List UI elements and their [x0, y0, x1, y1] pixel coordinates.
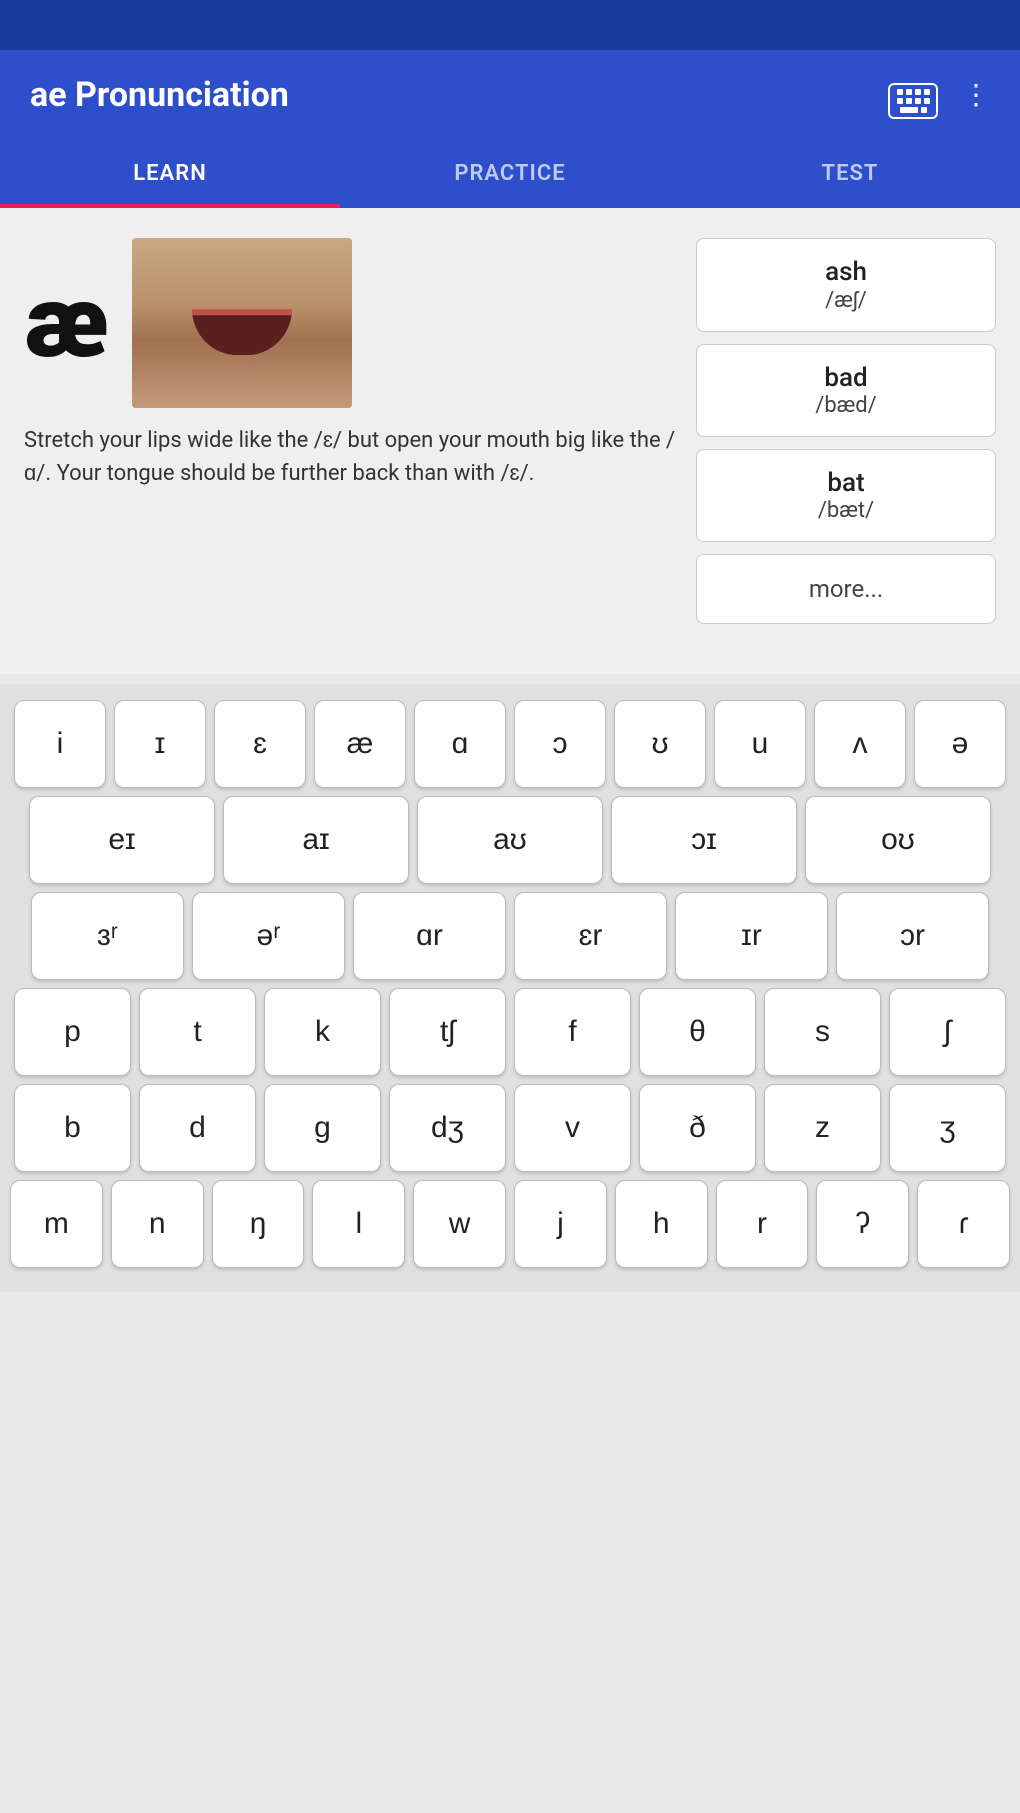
key-r[interactable]: r [716, 1180, 809, 1268]
key-p[interactable]: p [14, 988, 131, 1076]
word-card-bat[interactable]: bat /bæt/ [696, 449, 996, 542]
keyboard-icon [888, 83, 938, 119]
key-schwa[interactable]: ə [914, 700, 1006, 788]
more-words-button[interactable]: more... [696, 554, 996, 624]
key-open-o[interactable]: ɔ [514, 700, 606, 788]
key-w[interactable]: w [413, 1180, 506, 1268]
left-panel: æ Stretch your lips wide like the /ɛ/ bu… [24, 238, 676, 624]
app-title: ae Pronunciation [30, 75, 289, 115]
key-er-stressed[interactable]: ɜʳ [31, 892, 184, 980]
key-tsh[interactable]: tʃ [389, 988, 506, 1076]
key-u[interactable]: u [714, 700, 806, 788]
key-i[interactable]: i [14, 700, 106, 788]
key-f[interactable]: f [514, 988, 631, 1076]
ipa-bad: /bæd/ [815, 393, 877, 418]
phoneme-display: æ [24, 238, 676, 408]
key-ou[interactable]: oʊ [805, 796, 991, 884]
ipa-bat: /bæt/ [818, 498, 874, 523]
key-h[interactable]: h [615, 1180, 708, 1268]
status-bar [0, 0, 1020, 50]
ipa-ash: /æʃ/ [825, 287, 867, 313]
key-eth[interactable]: ð [639, 1084, 756, 1172]
tab-learn[interactable]: LEARN [0, 139, 340, 208]
key-l[interactable]: l [312, 1180, 405, 1268]
ipa-keyboard: i ɪ ɛ æ ɑ ɔ ʊ u ʌ ə eɪ aɪ aʊ ɔɪ oʊ ɜʳ əʳ… [0, 684, 1020, 1292]
key-k[interactable]: k [264, 988, 381, 1076]
key-esh[interactable]: ʃ [889, 988, 1006, 1076]
key-g[interactable]: g [264, 1084, 381, 1172]
top-section: æ Stretch your lips wide like the /ɛ/ bu… [24, 238, 996, 624]
word-bad: bad [824, 363, 867, 393]
key-theta[interactable]: θ [639, 988, 756, 1076]
app-bar-actions: ⋮ [888, 70, 990, 119]
tab-practice[interactable]: PRACTICE [340, 139, 680, 208]
key-au[interactable]: aʊ [417, 796, 603, 884]
key-schwa-r[interactable]: əʳ [192, 892, 345, 980]
key-v[interactable]: v [514, 1084, 631, 1172]
key-wedge[interactable]: ʌ [814, 700, 906, 788]
key-ezh[interactable]: ʒ [889, 1084, 1006, 1172]
more-options-button[interactable]: ⋮ [962, 78, 990, 111]
keyboard-toggle-button[interactable] [888, 70, 938, 119]
key-dzh[interactable]: dʒ [389, 1084, 506, 1172]
word-card-bad[interactable]: bad /bæd/ [696, 344, 996, 437]
key-ei[interactable]: eɪ [29, 796, 215, 884]
mouth-image [132, 238, 352, 408]
main-content: æ Stretch your lips wide like the /ɛ/ bu… [0, 208, 1020, 674]
app-bar: ae Pronunciation [0, 50, 1020, 139]
key-upsilon[interactable]: ʊ [614, 700, 706, 788]
right-panel: ash /æʃ/ bad /bæd/ bat /bæt/ more... [696, 238, 996, 624]
key-s[interactable]: s [764, 988, 881, 1076]
key-m[interactable]: m [10, 1180, 103, 1268]
key-n[interactable]: n [111, 1180, 204, 1268]
keyboard-row-2: eɪ aɪ aʊ ɔɪ oʊ [10, 796, 1010, 884]
keyboard-row-3: ɜʳ əʳ ɑr ɛr ɪr ɔr [10, 892, 1010, 980]
phoneme-description: Stretch your lips wide like the /ɛ/ but … [24, 424, 676, 490]
key-eng[interactable]: ŋ [212, 1180, 305, 1268]
word-card-ash[interactable]: ash /æʃ/ [696, 238, 996, 332]
key-script-a[interactable]: ɑ [414, 700, 506, 788]
key-oi[interactable]: ɔɪ [611, 796, 797, 884]
key-t[interactable]: t [139, 988, 256, 1076]
key-epsilon[interactable]: ɛ [214, 700, 306, 788]
keyboard-row-6: m n ŋ l w j h r ʔ ɾ [10, 1180, 1010, 1268]
key-glottal-stop[interactable]: ʔ [816, 1180, 909, 1268]
tab-test[interactable]: TEST [680, 139, 1020, 208]
keyboard-row-5: b d g dʒ v ð z ʒ [10, 1084, 1010, 1172]
key-j[interactable]: j [514, 1180, 607, 1268]
key-z[interactable]: z [764, 1084, 881, 1172]
key-b[interactable]: b [14, 1084, 131, 1172]
tab-bar: LEARN PRACTICE TEST [0, 139, 1020, 208]
keyboard-row-4: p t k tʃ f θ s ʃ [10, 988, 1010, 1076]
key-small-capital-i[interactable]: ɪ [114, 700, 206, 788]
key-flap[interactable]: ɾ [917, 1180, 1010, 1268]
key-ai[interactable]: aɪ [223, 796, 409, 884]
word-ash: ash [825, 257, 867, 287]
key-epsilon-r[interactable]: ɛr [514, 892, 667, 980]
key-d[interactable]: d [139, 1084, 256, 1172]
key-ar[interactable]: ɑr [353, 892, 506, 980]
key-ae[interactable]: æ [314, 700, 406, 788]
word-bat: bat [827, 468, 864, 498]
key-ir[interactable]: ɪr [675, 892, 828, 980]
key-or[interactable]: ɔr [836, 892, 989, 980]
keyboard-row-1: i ɪ ɛ æ ɑ ɔ ʊ u ʌ ə [10, 700, 1010, 788]
phoneme-symbol: æ [24, 273, 108, 373]
